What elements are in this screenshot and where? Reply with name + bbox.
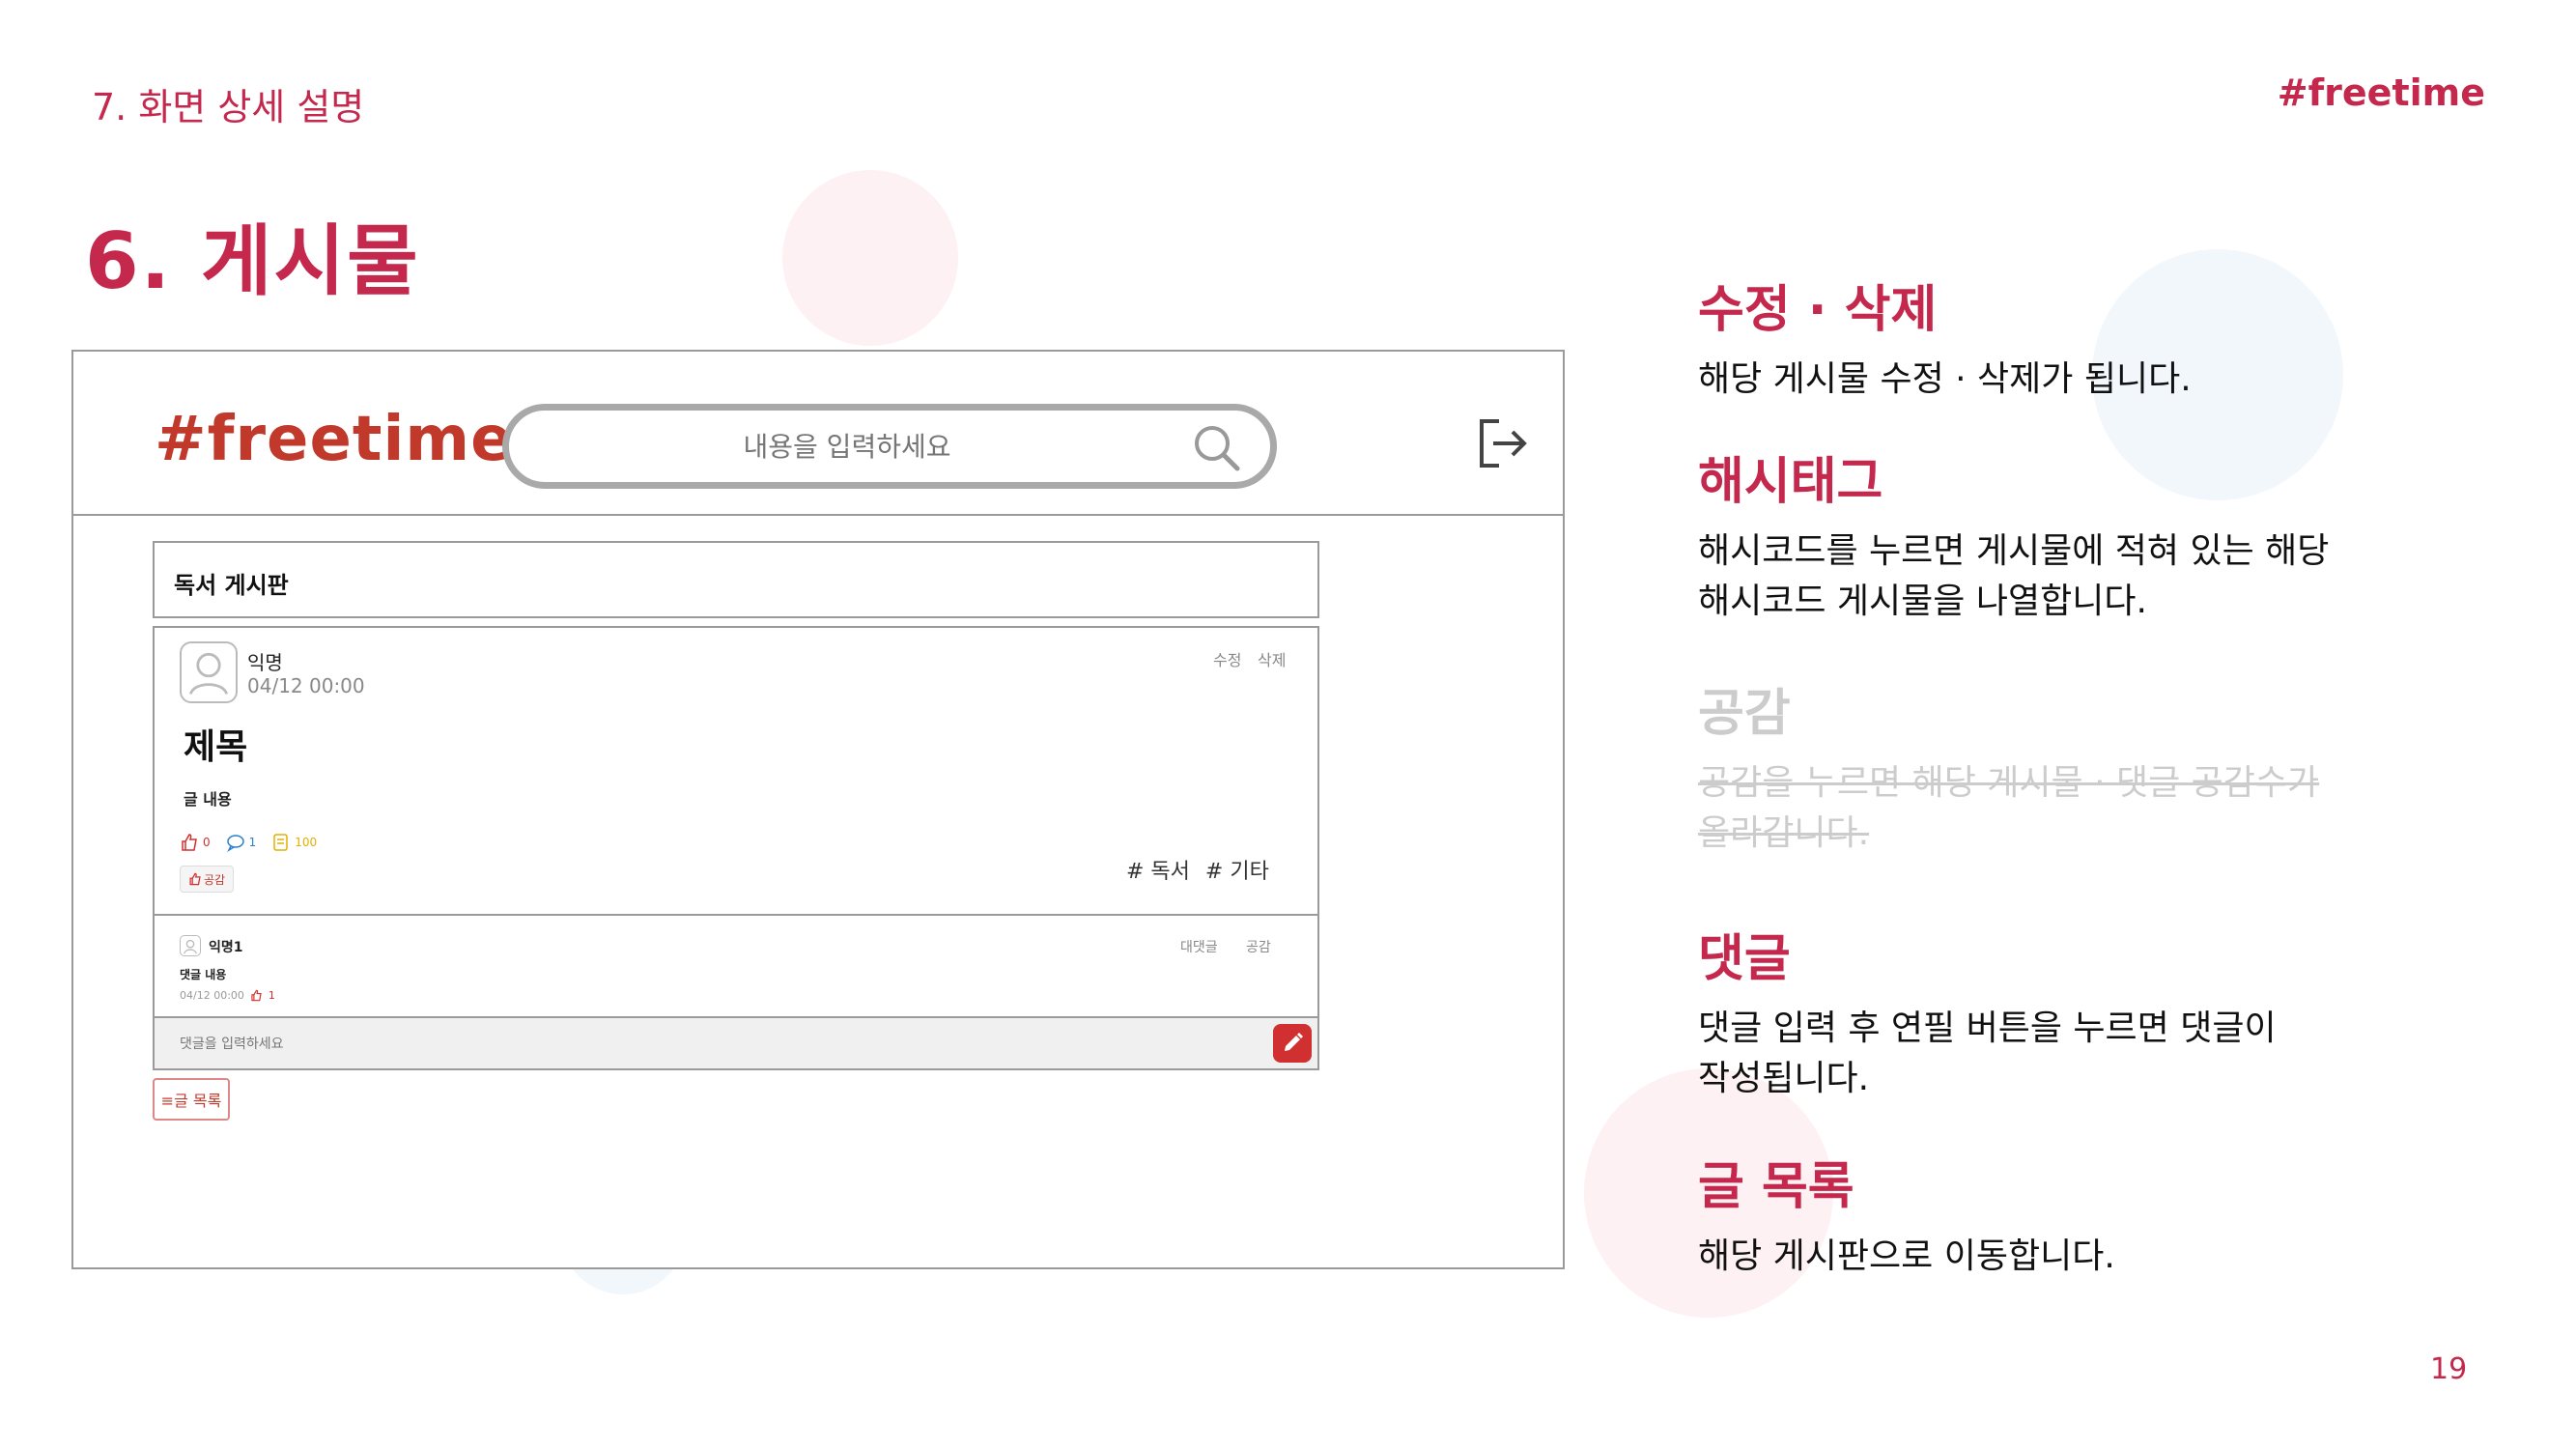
comment-time: 04/12 00:00 (180, 989, 244, 1002)
view-count: 100 (295, 836, 318, 849)
comment-submit-button[interactable] (1273, 1024, 1312, 1063)
commenter-avatar-icon (180, 935, 201, 956)
user-avatar-icon (180, 641, 238, 703)
search-icon[interactable] (1191, 422, 1241, 472)
desc-line: 댓글 입력 후 연필 버튼을 누르면 댓글이 (1698, 1009, 2277, 1048)
comment-like-count: 1 (268, 989, 275, 1002)
like-button[interactable]: 공감 (180, 866, 234, 893)
desc-hashtag: 해시태그 해시코드를 누르면 게시물에 적혀 있는 해당 해시코드 게시물을 나… (1698, 440, 2471, 627)
hashtag-link[interactable]: # 기타 (1205, 854, 1269, 885)
board-header: 독서 게시판 (153, 541, 1319, 618)
desc-line: 해당 게시물 수정 · 삭제가 됩니다. (1698, 359, 2192, 399)
desc-like: 공감 공감을 누르면 해당 게시물 · 댓글 공감수가 올라갑니다. (1698, 672, 2471, 859)
board-name: 독서 게시판 (174, 572, 289, 599)
comment-input[interactable] (180, 1032, 1049, 1057)
hashtag-link[interactable]: # 독서 (1126, 854, 1190, 885)
desc-post-list: 글 목록 해당 게시판으로 이동합니다. (1698, 1146, 2471, 1282)
logout-icon[interactable] (1474, 415, 1530, 471)
desc-title: 수정 · 삭제 (1698, 281, 1938, 339)
comment-author: 익명1 (209, 940, 243, 955)
reply-button[interactable]: 대댓글 (1180, 937, 1218, 956)
desc-line: 해당 게시판으로 이동합니다. (1698, 1236, 2115, 1276)
desc-title: 해시태그 (1698, 453, 1883, 511)
desc-edit-delete: 수정 · 삭제 해당 게시물 수정 · 삭제가 됩니다. (1698, 269, 2471, 405)
pencil-icon (1285, 1033, 1303, 1051)
page-title: 6. 게시물 (85, 216, 420, 306)
page-number: 19 (2430, 1352, 2468, 1386)
post-stats: 0 1 100 (180, 831, 328, 854)
post-card: 익명 04/12 00:00 수정 삭제 제목 글 내용 0 1 100 공감 … (153, 626, 1319, 1070)
desc-title: 댓글 (1698, 930, 1791, 988)
desc-line: 올라갑니다. (1698, 813, 1870, 853)
edit-button[interactable]: 수정 (1213, 647, 1241, 670)
desc-comment: 댓글 댓글 입력 후 연필 버튼을 누르면 댓글이 작성됩니다. (1698, 918, 2471, 1104)
desc-line: 해시코드를 누르면 게시물에 적혀 있는 해당 (1698, 531, 2330, 571)
desc-title: 공감 (1698, 685, 1791, 743)
comment-input-bar (155, 1016, 1317, 1068)
desc-line: 작성됩니다. (1698, 1059, 1870, 1098)
search-bar (502, 404, 1277, 489)
delete-button[interactable]: 삭제 (1258, 647, 1286, 670)
like-count: 0 (203, 836, 211, 849)
thumbs-up-icon[interactable] (250, 989, 263, 1002)
slide-brand: #freetime (2277, 71, 2485, 114)
thumbs-up-icon (182, 834, 197, 851)
desc-line: 공감을 누르면 해당 게시물 · 댓글 공감수가 (1698, 763, 2320, 803)
post-list-button[interactable]: ≡글 목록 (153, 1078, 230, 1121)
desc-line: 해시코드 게시물을 나열합니다. (1698, 582, 2147, 621)
section-label: 7. 화면 상세 설명 (92, 86, 365, 128)
comment-like-button[interactable]: 공감 (1246, 937, 1271, 956)
comment-count: 1 (248, 836, 257, 849)
thumbs-up-icon (189, 872, 201, 886)
desc-title: 글 목록 (1698, 1158, 1854, 1216)
mockup-frame: #freetime 독서 게시판 익명 04/12 00:00 수정 삭제 제목… (71, 350, 1565, 1269)
decor-circle-pink (782, 170, 958, 346)
post-author: 익명 (247, 651, 283, 674)
post-title: 제목 (184, 727, 248, 767)
comment-body: 댓글 내용 (180, 968, 227, 981)
comment-meta: 04/12 00:00 1 (180, 989, 275, 1002)
view-icon (273, 834, 289, 851)
mockup-header: #freetime (73, 352, 1563, 516)
mockup-logo[interactable]: #freetime (155, 404, 513, 475)
hashtag-list: # 독서 # 기타 (1126, 854, 1269, 885)
comment-icon (226, 835, 244, 852)
search-input[interactable] (548, 424, 1146, 469)
like-button-label: 공감 (203, 872, 226, 887)
post-body: 글 내용 (184, 790, 232, 809)
post-time: 04/12 00:00 (247, 674, 365, 697)
divider (155, 914, 1317, 916)
